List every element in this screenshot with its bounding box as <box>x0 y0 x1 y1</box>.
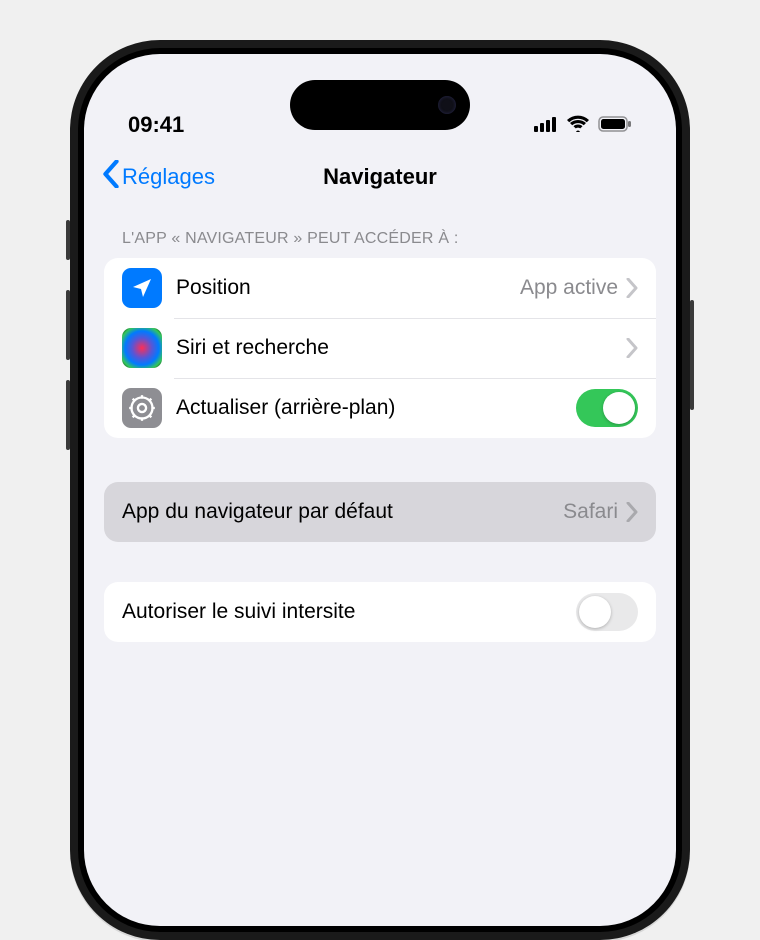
chevron-left-icon <box>102 160 120 194</box>
group-cross-site: Autoriser le suivi intersite <box>104 582 656 642</box>
group-access: Position App active Siri et recherche <box>104 258 656 438</box>
row-cross-site-tracking: Autoriser le suivi intersite <box>104 582 656 642</box>
navigation-bar: Réglages Navigateur <box>84 150 676 204</box>
page-title: Navigateur <box>323 164 437 190</box>
back-button[interactable]: Réglages <box>102 160 215 194</box>
row-label: Position <box>176 276 520 300</box>
row-location[interactable]: Position App active <box>104 258 656 318</box>
location-icon <box>122 268 162 308</box>
screen: 09:41 <box>84 54 676 926</box>
chevron-right-icon <box>626 338 638 358</box>
chevron-right-icon <box>626 502 638 522</box>
dynamic-island <box>290 80 470 130</box>
battery-icon <box>598 112 632 138</box>
cellular-icon <box>534 112 558 138</box>
row-value: App active <box>520 276 618 300</box>
toggle-cross-site-tracking[interactable] <box>576 593 638 631</box>
front-camera <box>438 96 456 114</box>
wifi-icon <box>566 112 590 138</box>
status-time: 09:41 <box>128 112 184 138</box>
side-button-silence <box>66 220 70 260</box>
side-button-power <box>690 300 694 410</box>
row-value: Safari <box>563 500 618 524</box>
chevron-right-icon <box>626 278 638 298</box>
side-button-volume-down <box>66 380 70 450</box>
side-button-volume-up <box>66 290 70 360</box>
group-default-browser: App du navigateur par défaut Safari <box>104 482 656 542</box>
row-background-refresh: Actualiser (arrière-plan) <box>104 378 656 438</box>
section-header-access: L'APP « NAVIGATEUR » PEUT ACCÉDER À : <box>104 204 656 258</box>
row-label: Siri et recherche <box>176 336 626 360</box>
row-default-browser[interactable]: App du navigateur par défaut Safari <box>104 482 656 542</box>
gear-icon <box>122 388 162 428</box>
phone-frame: 09:41 <box>70 40 690 940</box>
row-label: Actualiser (arrière-plan) <box>176 396 576 420</box>
row-siri[interactable]: Siri et recherche <box>104 318 656 378</box>
toggle-background-refresh[interactable] <box>576 389 638 427</box>
back-label: Réglages <box>122 164 215 190</box>
siri-icon <box>122 328 162 368</box>
row-label: Autoriser le suivi intersite <box>122 600 576 624</box>
row-label: App du navigateur par défaut <box>122 500 563 524</box>
